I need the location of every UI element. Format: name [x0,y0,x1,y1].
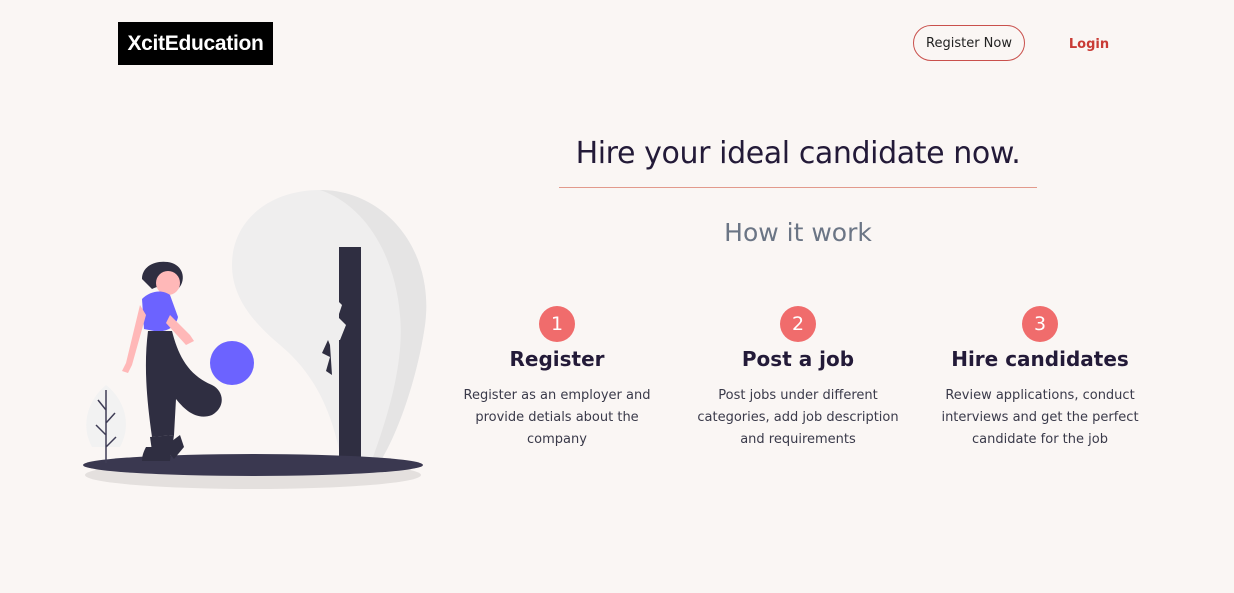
how-it-works-heading: How it work [724,218,872,247]
step-description: Review applications, conduct interviews … [941,388,1139,447]
step-title: Register [509,347,605,371]
step-title: Hire candidates [951,347,1129,371]
step-hire-candidates: 3 Hire candidates Review applications, c… [930,306,1150,451]
step-post-job: 2 Post a job Post jobs under different c… [688,306,908,451]
step-number-badge: 1 [539,306,575,342]
title-divider [559,187,1037,188]
logo[interactable]: XcitEducation [118,22,273,65]
step-description: Post jobs under different categories, ad… [697,388,899,447]
woman-kicking-ball-illustration [83,190,427,489]
page-title: Hire your ideal candidate now. [575,136,1021,171]
login-link[interactable]: Login [1058,34,1120,54]
step-number-badge: 2 [780,306,816,342]
step-number-badge: 3 [1022,306,1058,342]
step-register: 1 Register Register as an employer and p… [447,306,667,451]
register-now-button[interactable]: Register Now [913,25,1025,61]
step-description: Register as an employer and provide deti… [463,388,651,447]
step-title: Post a job [741,347,855,371]
